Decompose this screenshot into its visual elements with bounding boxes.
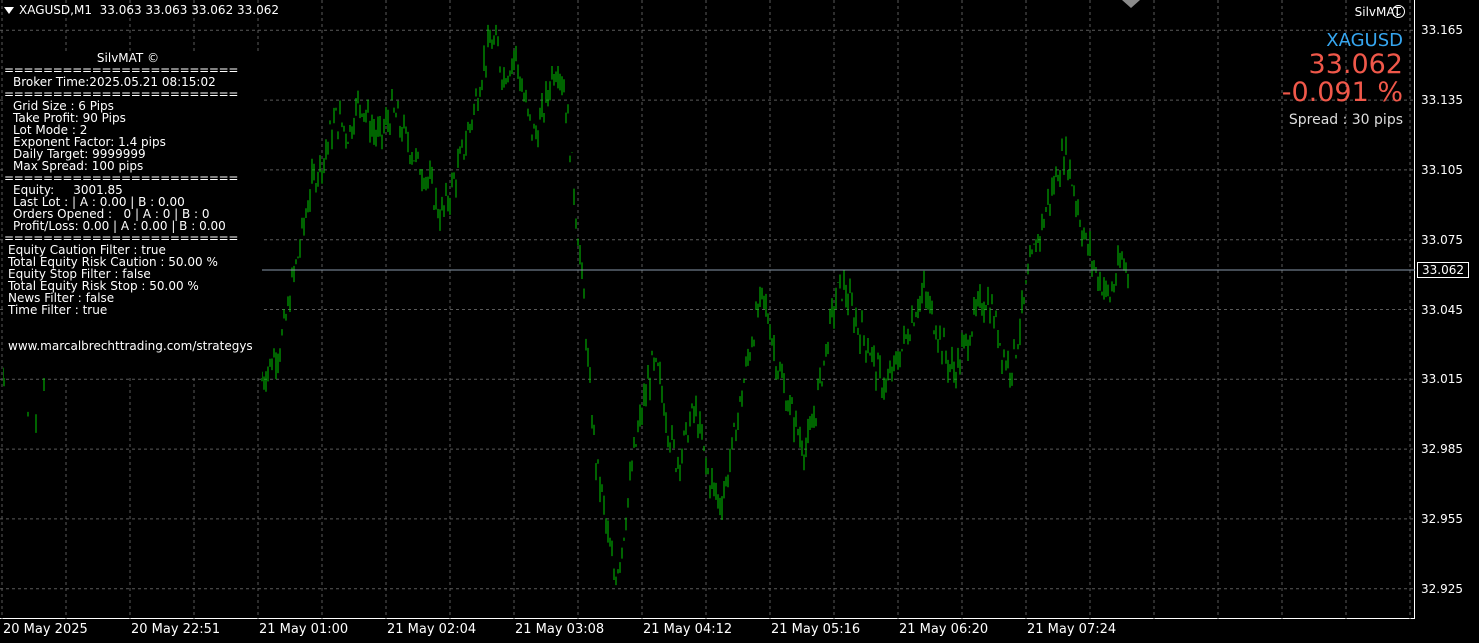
y-tick-label: 32.955 <box>1421 511 1463 526</box>
ohlc-readout: 33.063 33.063 33.062 33.062 <box>99 3 280 17</box>
symbol-info-panel: XAGUSD 33.062 -0.091 % Spread : 30 pips <box>1282 30 1403 128</box>
chart-title: XAGUSD,M1 33.063 33.063 33.062 33.062 <box>4 3 279 17</box>
symbol-label: XAGUSD <box>1326 30 1403 51</box>
current-price: 33.062 <box>1308 49 1403 80</box>
y-tick-label: 33.015 <box>1421 372 1463 387</box>
x-tick-label: 21 May 01:00 <box>259 622 349 637</box>
profit-loss: Profit/Loss: 0.00 | A : 0.00 | B : 0.00 <box>13 219 226 233</box>
panel-title: SilvMAT © <box>96 51 160 65</box>
chart-shift-marker-icon[interactable] <box>1122 0 1140 8</box>
y-tick-label: 33.135 <box>1421 93 1463 108</box>
symbol-timeframe: XAGUSD,M1 <box>19 3 92 17</box>
x-tick-label: 21 May 06:20 <box>899 622 989 637</box>
website-link[interactable]: www.marcalbrechttrading.com/strategys <box>4 340 262 352</box>
broker-time: Broker Time:2025.05.21 08:15:02 <box>13 75 216 89</box>
smiley-icon[interactable] <box>1392 5 1405 18</box>
time-filter: Time Filter : true <box>8 303 108 317</box>
x-tick-label: 21 May 05:16 <box>771 622 861 637</box>
y-tick-label: 32.985 <box>1421 442 1463 457</box>
y-tick-label: 32.925 <box>1421 581 1463 596</box>
x-tick-label: 21 May 03:08 <box>515 622 605 637</box>
x-tick-label: 21 May 02:04 <box>387 622 477 637</box>
change-percent: -0.091 % <box>1281 77 1403 108</box>
spread-label: Spread : 30 pips <box>1288 112 1403 128</box>
x-tick-label: 20 May 22:51 <box>131 622 221 637</box>
x-tick-label: 21 May 07:24 <box>1027 622 1117 637</box>
bid-price-tag: 33.062 <box>1417 261 1469 278</box>
dropdown-triangle-icon[interactable] <box>4 7 14 14</box>
x-tick-label: 21 May 04:12 <box>643 622 733 637</box>
y-tick-label: 33.105 <box>1421 162 1463 177</box>
y-tick-label: 33.045 <box>1421 302 1463 317</box>
max-spread: Max Spread: 100 pips <box>13 159 144 173</box>
y-tick-label: 33.075 <box>1421 232 1463 247</box>
ea-status-panel: SilvMAT © ======================== Broke… <box>4 52 262 378</box>
x-tick-label: 20 May 2025 <box>3 622 88 637</box>
y-tick-label: 33.165 <box>1421 23 1463 38</box>
